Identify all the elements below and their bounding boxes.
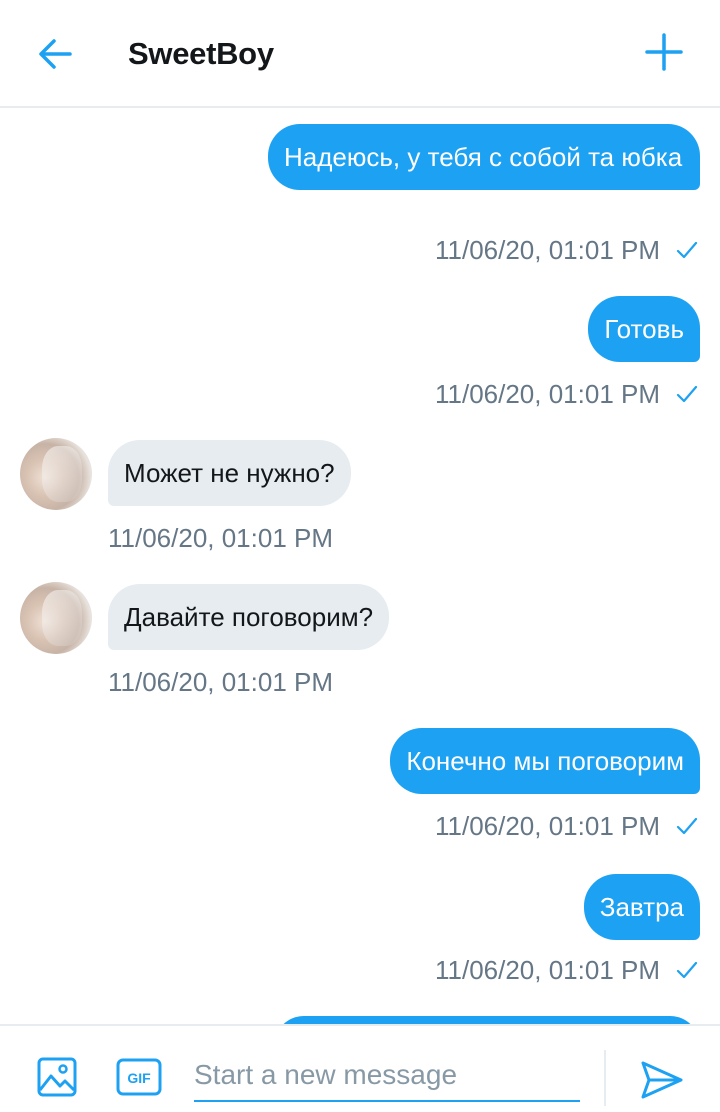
message-meta: 11/06/20, 01:01 PM <box>435 378 698 410</box>
message-timestamp: 11/06/20, 01:01 PM <box>434 811 660 841</box>
message-text: Надеюсь, у тебя с собой та юбка <box>284 142 683 172</box>
add-media-button[interactable] <box>36 1056 78 1098</box>
message-bubble-incoming[interactable]: Давайте поговорим? <box>108 584 390 650</box>
message-bubble-outgoing[interactable]: Завтра <box>583 874 700 940</box>
message-timestamp: 11/06/20, 01:01 PM <box>108 667 334 697</box>
checkmark-icon <box>676 385 698 403</box>
gif-button[interactable]: GIF <box>116 1058 162 1096</box>
message-meta: 11/06/20, 01:01 PM <box>108 666 333 698</box>
message-text: Давайте поговорим? <box>124 602 374 632</box>
back-button[interactable] <box>36 34 76 74</box>
composer-divider <box>604 1050 606 1106</box>
message-meta: 11/06/20, 01:01 PM <box>435 810 698 842</box>
message-text: Конечно мы поговорим <box>406 746 684 776</box>
gif-label: GIF <box>127 1070 151 1086</box>
add-button[interactable] <box>644 32 684 72</box>
message-timestamp: 11/06/20, 01:01 PM <box>434 379 660 409</box>
checkmark-icon <box>676 817 698 835</box>
conversation-header: SweetBoy <box>0 0 720 108</box>
avatar[interactable] <box>20 438 92 510</box>
avatar[interactable] <box>20 582 92 654</box>
message-bubble-incoming[interactable]: Может не нужно? <box>108 440 351 506</box>
message-meta: 11/06/20, 01:01 PM <box>108 522 333 554</box>
checkmark-icon <box>676 961 698 979</box>
send-button[interactable] <box>640 1060 684 1100</box>
message-text: Завтра <box>599 892 684 922</box>
gif-icon: GIF <box>116 1058 162 1096</box>
message-bubble-outgoing[interactable]: Надеюсь, у тебя с собой та юбка <box>268 124 700 190</box>
message-text: Готовь <box>604 314 684 344</box>
message-text: Может не нужно? <box>124 458 335 488</box>
conversation-title: SweetBoy <box>128 36 274 71</box>
message-meta: 11/06/20, 01:01 PM <box>435 234 698 266</box>
message-thread[interactable]: Надеюсь, у тебя с собой та юбка 11/06/20… <box>0 110 720 1024</box>
message-timestamp: 11/06/20, 01:01 PM <box>108 523 334 553</box>
message-timestamp: 11/06/20, 01:01 PM <box>434 955 660 985</box>
message-composer: GIF <box>0 1024 720 1112</box>
arrow-left-icon <box>39 39 72 69</box>
message-bubble-outgoing[interactable]: Конечно мы поговорим <box>390 728 700 794</box>
message-bubble-outgoing[interactable]: Готовь <box>588 296 700 362</box>
message-input[interactable] <box>194 1056 580 1102</box>
checkmark-icon <box>676 241 698 259</box>
plus-icon <box>645 33 683 71</box>
message-timestamp: 11/06/20, 01:01 PM <box>434 235 660 265</box>
message-meta: 11/06/20, 01:01 PM <box>435 954 698 986</box>
send-icon <box>641 1061 683 1099</box>
image-icon <box>37 1057 77 1097</box>
message-bubble-outgoing[interactable] <box>274 1016 700 1024</box>
